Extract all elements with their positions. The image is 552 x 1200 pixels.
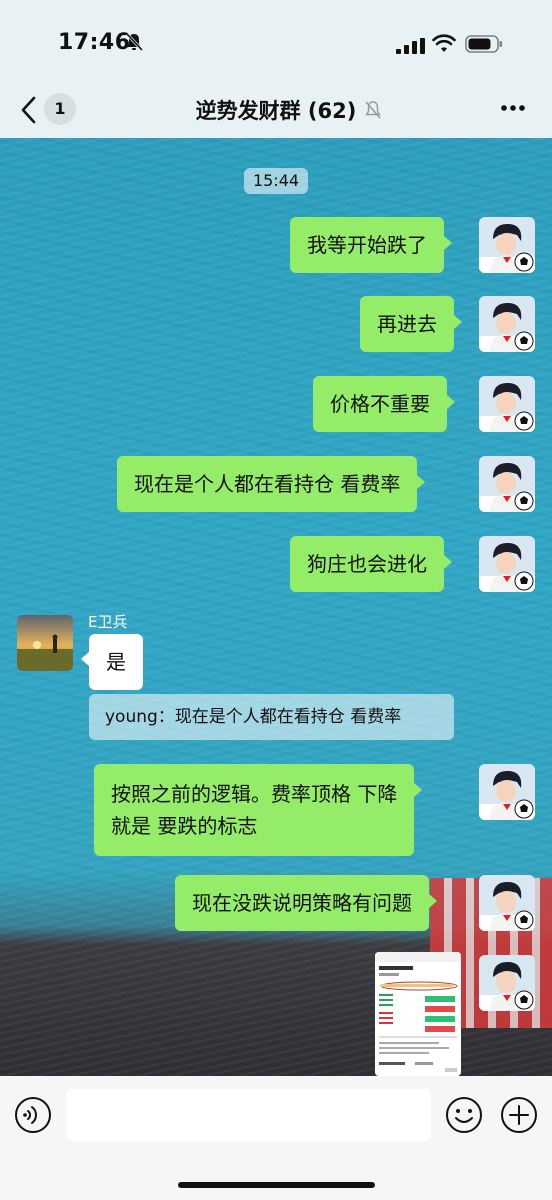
- sender-avatar[interactable]: [17, 615, 73, 671]
- avatar[interactable]: [479, 536, 535, 592]
- home-indicator: [178, 1182, 375, 1188]
- battery-icon: [465, 35, 502, 53]
- status-bar: 17:46: [0, 0, 552, 86]
- message-bubble[interactable]: 我等开始跌了: [290, 217, 452, 273]
- quoted-message[interactable]: young：现在是个人都在看持仓 看费率: [89, 694, 454, 740]
- chat-header: 1 逆势发财群 (62): [0, 86, 552, 138]
- wifi-icon: [432, 34, 456, 52]
- message-bubble[interactable]: 是: [81, 634, 143, 690]
- message-bubble[interactable]: 再进去: [360, 296, 462, 352]
- avatar-image: [479, 955, 535, 1011]
- signal-icon: [396, 38, 425, 54]
- voice-input-icon[interactable]: [14, 1096, 52, 1134]
- plus-icon[interactable]: [500, 1096, 538, 1134]
- sender-name: E卫兵: [88, 613, 128, 631]
- message-bubble[interactable]: 价格不重要: [313, 376, 455, 432]
- avatar-image: [479, 536, 535, 592]
- emoji-icon[interactable]: [445, 1096, 483, 1134]
- message-bubble[interactable]: 狗庄也会进化: [290, 536, 452, 592]
- status-time: 17:46: [58, 30, 131, 55]
- avatar[interactable]: [479, 875, 535, 931]
- bell-off-icon: [125, 32, 144, 52]
- avatar[interactable]: [479, 376, 535, 432]
- trading-screenshot-image: [375, 952, 461, 1076]
- avatar-image: [479, 376, 535, 432]
- message-bubble[interactable]: 按照之前的逻辑。费率顶格 下降 就是 要跌的标志: [94, 764, 423, 856]
- sender-avatar-image: [17, 615, 73, 671]
- message-line: 按照之前的逻辑。费率顶格 下降: [111, 782, 398, 806]
- avatar[interactable]: [479, 456, 535, 512]
- mute-bell-icon: [365, 101, 381, 119]
- chat-title[interactable]: 逆势发财群 (62): [0, 95, 552, 125]
- avatar-image: [479, 764, 535, 820]
- image-message-thumbnail[interactable]: [375, 952, 461, 1076]
- avatar[interactable]: [479, 296, 535, 352]
- message-line: 就是 要跌的标志: [111, 814, 258, 838]
- avatar-image: [479, 875, 535, 931]
- avatar-image: [479, 296, 535, 352]
- avatar[interactable]: [479, 217, 535, 273]
- chat-area[interactable]: 15:44 我等开始跌了 再进去 价格不重要 现在是个人都在看持仓 看费率 狗庄…: [0, 138, 552, 1076]
- input-bar: [0, 1076, 552, 1200]
- message-bubble[interactable]: 现在没跌说明策略有问题: [175, 875, 437, 931]
- message-timestamp: 15:44: [244, 168, 308, 194]
- avatar[interactable]: [479, 764, 535, 820]
- avatar[interactable]: [479, 955, 535, 1011]
- more-options-icon[interactable]: [500, 104, 526, 112]
- message-input[interactable]: [66, 1089, 431, 1141]
- message-bubble[interactable]: 现在是个人都在看持仓 看费率: [117, 456, 426, 512]
- avatar-image: [479, 456, 535, 512]
- avatar-image: [479, 217, 535, 273]
